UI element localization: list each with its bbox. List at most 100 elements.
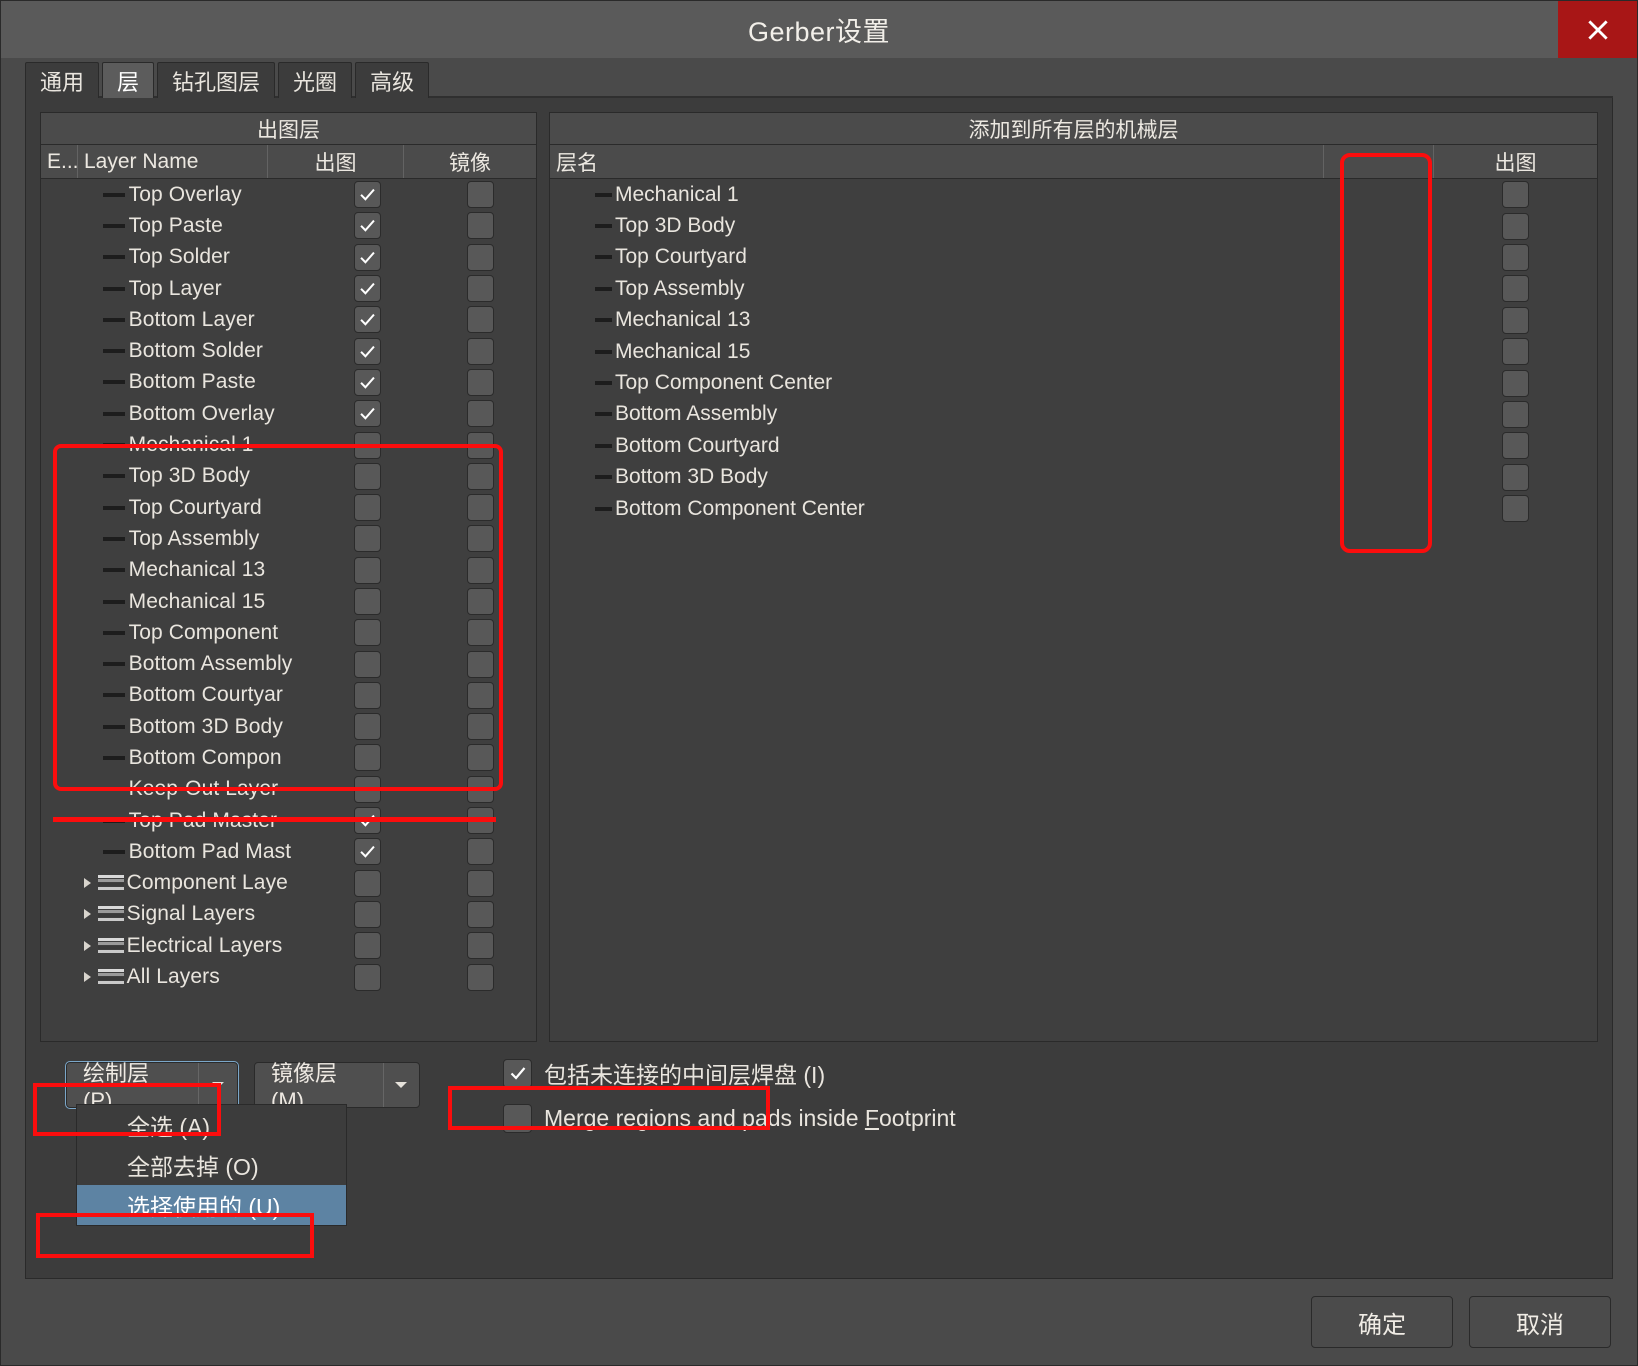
plot-checkbox[interactable] bbox=[354, 869, 382, 897]
table-row[interactable]: Top Pad Master bbox=[41, 805, 536, 836]
table-row[interactable]: Top Assembly bbox=[550, 273, 1597, 304]
mirror-checkbox[interactable] bbox=[466, 619, 494, 647]
table-row[interactable]: Top Courtyard bbox=[41, 492, 536, 523]
table-row[interactable]: Keep-Out Layer bbox=[41, 774, 536, 805]
table-row[interactable]: Bottom Courtyar bbox=[41, 680, 536, 711]
menu-item-0[interactable]: 全选 (A) bbox=[77, 1105, 346, 1145]
table-row[interactable]: Bottom Courtyard bbox=[550, 430, 1597, 461]
plot-checkbox[interactable] bbox=[354, 838, 382, 866]
plot-checkbox[interactable] bbox=[354, 275, 382, 303]
table-row[interactable]: Top Assembly bbox=[41, 523, 536, 554]
table-row[interactable]: Mechanical 15 bbox=[41, 586, 536, 617]
plot-checkbox[interactable] bbox=[1502, 181, 1529, 209]
mirror-checkbox[interactable] bbox=[466, 306, 494, 334]
ok-button[interactable]: 确定 bbox=[1311, 1296, 1453, 1348]
plot-checkbox[interactable] bbox=[354, 431, 382, 459]
mirror-checkbox[interactable] bbox=[466, 556, 494, 584]
table-row[interactable]: Top Layer bbox=[41, 273, 536, 304]
table-row[interactable]: Signal Layers bbox=[41, 899, 536, 930]
merge-regions-pads-checkbox[interactable]: Merge regions and pads inside Footprint bbox=[503, 1104, 956, 1133]
mirror-checkbox[interactable] bbox=[466, 932, 494, 960]
expand-triangle-icon[interactable] bbox=[78, 905, 96, 923]
plot-checkbox[interactable] bbox=[354, 619, 382, 647]
mirror-checkbox[interactable] bbox=[466, 963, 494, 991]
mirror-checkbox[interactable] bbox=[466, 681, 494, 709]
plot-checkbox[interactable] bbox=[354, 212, 382, 240]
expand-triangle-icon[interactable] bbox=[78, 874, 96, 892]
plot-checkbox[interactable] bbox=[1502, 432, 1529, 460]
tab-1[interactable]: 层 bbox=[102, 62, 155, 98]
table-row[interactable]: Bottom Overlay bbox=[41, 398, 536, 429]
tab-0[interactable]: 通用 bbox=[25, 62, 100, 98]
table-row[interactable]: Top 3D Body bbox=[41, 461, 536, 492]
plot-checkbox[interactable] bbox=[354, 744, 382, 772]
mirror-checkbox[interactable] bbox=[466, 525, 494, 553]
mirror-checkbox[interactable] bbox=[466, 869, 494, 897]
plot-checkbox[interactable] bbox=[354, 368, 382, 396]
checkbox-box-merge[interactable] bbox=[503, 1104, 532, 1133]
mirror-checkbox[interactable] bbox=[466, 368, 494, 396]
table-row[interactable]: Bottom Assembly bbox=[550, 399, 1597, 430]
mirror-checkbox[interactable] bbox=[466, 400, 494, 428]
plot-checkbox[interactable] bbox=[354, 181, 382, 209]
table-row[interactable]: Mechanical 1 bbox=[550, 179, 1597, 210]
table-row[interactable]: Bottom Component Center bbox=[550, 493, 1597, 524]
close-button[interactable] bbox=[1558, 1, 1637, 58]
table-row[interactable]: Top Solder bbox=[41, 242, 536, 273]
cancel-button[interactable]: 取消 bbox=[1469, 1296, 1611, 1348]
plot-checkbox[interactable] bbox=[354, 556, 382, 584]
checkbox-box-include[interactable] bbox=[503, 1058, 532, 1088]
plot-checkbox[interactable] bbox=[354, 713, 382, 741]
mirror-checkbox[interactable] bbox=[466, 807, 494, 835]
table-row[interactable]: Bottom Solder bbox=[41, 335, 536, 366]
mirror-checkbox[interactable] bbox=[466, 275, 494, 303]
plot-checkbox[interactable] bbox=[1502, 400, 1529, 428]
table-row[interactable]: Bottom Paste bbox=[41, 367, 536, 398]
tab-2[interactable]: 钻孔图层 bbox=[157, 62, 276, 98]
plot-checkbox[interactable] bbox=[354, 681, 382, 709]
mirror-checkbox[interactable] bbox=[466, 494, 494, 522]
table-row[interactable]: Top 3D Body bbox=[550, 210, 1597, 241]
tab-4[interactable]: 高级 bbox=[355, 62, 430, 98]
plot-checkbox[interactable] bbox=[354, 494, 382, 522]
table-row[interactable]: Mechanical 1 bbox=[41, 429, 536, 460]
table-row[interactable]: Mechanical 13 bbox=[550, 305, 1597, 336]
mirror-checkbox[interactable] bbox=[466, 588, 494, 615]
mirror-checkbox[interactable] bbox=[466, 243, 494, 271]
plot-layers-dropdown[interactable]: 绘制层 (P) bbox=[65, 1061, 239, 1113]
table-row[interactable]: All Layers bbox=[41, 961, 536, 992]
plot-checkbox[interactable] bbox=[1502, 275, 1529, 303]
table-row[interactable]: Bottom Compon bbox=[41, 742, 536, 773]
mirror-checkbox[interactable] bbox=[466, 900, 494, 928]
plot-checkbox[interactable] bbox=[354, 400, 382, 428]
mechanical-layers-row-list[interactable]: Mechanical 1 Top 3D Body Top Courtyard Top … bbox=[550, 179, 1597, 1041]
plot-checkbox[interactable] bbox=[354, 775, 382, 803]
plot-checkbox[interactable] bbox=[354, 525, 382, 553]
table-row[interactable]: Top Component Center bbox=[550, 367, 1597, 398]
table-row[interactable]: Bottom Pad Mast bbox=[41, 836, 536, 867]
table-row[interactable]: Mechanical 15 bbox=[550, 336, 1597, 367]
plot-checkbox[interactable] bbox=[354, 462, 382, 490]
plot-checkbox[interactable] bbox=[1502, 463, 1529, 491]
table-row[interactable]: Bottom Layer bbox=[41, 304, 536, 335]
table-row[interactable]: Bottom 3D Body bbox=[41, 711, 536, 742]
table-row[interactable]: Top Paste bbox=[41, 210, 536, 241]
plot-layers-dropdown-menu[interactable]: 全选 (A) 全部去掉 (O) 选择使用的 (U) bbox=[76, 1104, 347, 1226]
table-row[interactable]: Electrical Layers bbox=[41, 930, 536, 961]
plot-checkbox[interactable] bbox=[1502, 369, 1529, 397]
plot-checkbox[interactable] bbox=[354, 306, 382, 334]
plot-checkbox[interactable] bbox=[354, 900, 382, 928]
plot-checkbox[interactable] bbox=[354, 932, 382, 960]
expand-triangle-icon[interactable] bbox=[78, 937, 96, 955]
expand-triangle-icon[interactable] bbox=[78, 968, 96, 986]
mirror-checkbox[interactable] bbox=[466, 713, 494, 741]
table-row[interactable]: Bottom 3D Body bbox=[550, 462, 1597, 493]
plot-checkbox[interactable] bbox=[354, 650, 382, 678]
menu-item-2[interactable]: 选择使用的 (U) bbox=[77, 1185, 346, 1225]
plot-checkbox[interactable] bbox=[354, 337, 382, 365]
mirror-checkbox[interactable] bbox=[466, 337, 494, 365]
plot-checkbox[interactable] bbox=[354, 807, 382, 835]
tab-3[interactable]: 光圈 bbox=[278, 62, 353, 98]
table-row[interactable]: Top Courtyard bbox=[550, 242, 1597, 273]
table-row[interactable]: Component Laye bbox=[41, 868, 536, 899]
